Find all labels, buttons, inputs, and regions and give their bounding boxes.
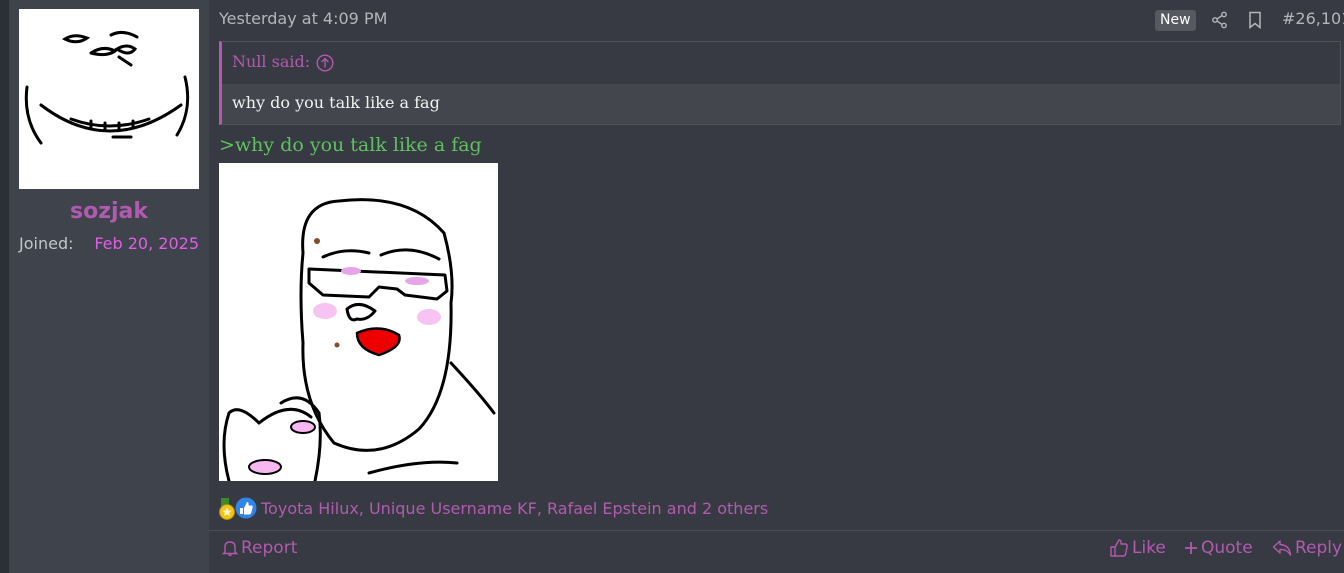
report-label: Report <box>241 538 298 558</box>
greentext-line: >why do you talk like a fag <box>219 134 482 156</box>
reply-button[interactable]: Reply <box>1272 538 1342 558</box>
quote-label: Quote <box>1201 538 1253 558</box>
soyjak-meme-image[interactable] <box>219 163 498 483</box>
joined-label: Joined: <box>19 234 74 253</box>
bookmark-icon[interactable] <box>1247 11 1263 30</box>
like-button[interactable]: Like <box>1109 538 1166 558</box>
reactions-list[interactable]: Toyota Hilux, Unique Username KF, Rafael… <box>261 499 768 518</box>
quote-block: Null said: why do you talk like a fag <box>219 41 1341 125</box>
quote-body: why do you talk like a fag <box>222 84 1340 124</box>
report-button[interactable]: Report <box>222 538 297 558</box>
share-icon[interactable] <box>1211 11 1229 29</box>
post-number[interactable]: #26,101 <box>1282 9 1344 28</box>
quote-header: Null said: <box>222 42 1340 84</box>
username[interactable]: sozjak <box>9 199 209 224</box>
medal-icon <box>219 498 235 520</box>
quote-button[interactable]: Quote <box>1184 538 1253 558</box>
reaction-icons[interactable] <box>218 497 258 521</box>
thumbs-up-icon <box>235 497 257 519</box>
post-timestamp[interactable]: Yesterday at 4:09 PM <box>219 9 387 28</box>
new-badge: New <box>1155 10 1196 31</box>
quote-author[interactable]: Null said: <box>232 52 310 71</box>
plus-icon <box>1185 542 1197 554</box>
wojak-avatar-icon <box>24 30 190 145</box>
like-label: Like <box>1132 538 1166 558</box>
user-avatar[interactable] <box>19 9 199 189</box>
arrow-up-circle-icon[interactable] <box>316 54 334 72</box>
reply-label: Reply <box>1295 538 1343 558</box>
quote-text: why do you talk like a fag <box>232 93 440 112</box>
footer-divider <box>209 530 1344 531</box>
bell-icon <box>222 541 238 557</box>
page-edge <box>0 0 9 573</box>
message-post: sozjak Joined: Feb 20, 2025 Yesterday at… <box>0 0 1344 573</box>
thumbs-up-outline-icon <box>1110 539 1128 557</box>
joined-date: Feb 20, 2025 <box>94 234 199 253</box>
reply-arrow-icon <box>1272 540 1292 556</box>
